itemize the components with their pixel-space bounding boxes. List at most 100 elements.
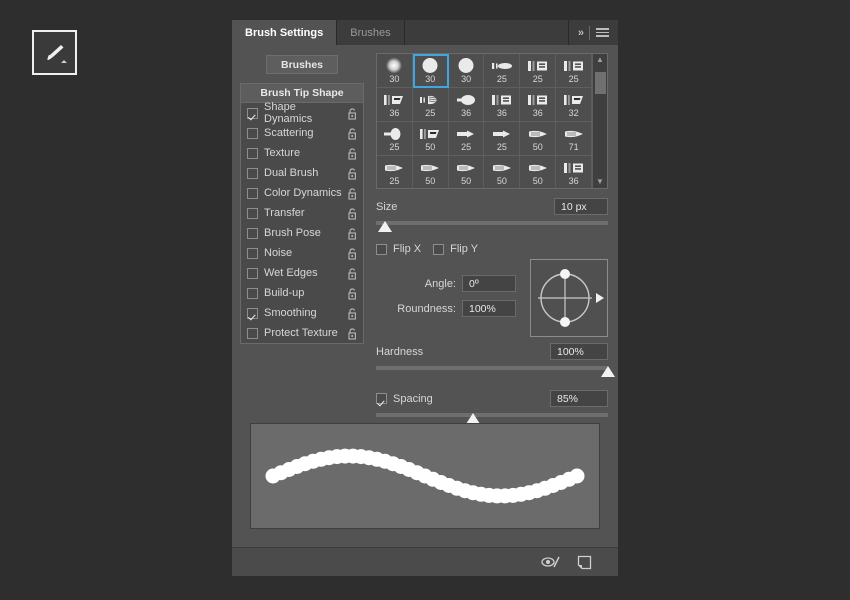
brush-thumb-angled-flat-icon: [562, 91, 586, 108]
brush-preset-cell[interactable]: 25: [448, 122, 485, 156]
brush-preset-cell[interactable]: 71: [556, 122, 592, 156]
collapse-panel-icon[interactable]: »: [578, 27, 584, 39]
option-checkbox[interactable]: [247, 147, 258, 159]
option-checkbox[interactable]: [247, 267, 258, 279]
lock-icon[interactable]: [347, 227, 358, 240]
option-checkbox[interactable]: [247, 227, 258, 239]
angle-row: Angle: 0º: [376, 275, 516, 292]
brush-preset-cell[interactable]: 25: [520, 54, 557, 88]
brush-thumb-flat-arrow-icon: [454, 125, 478, 142]
brush-preset-cell[interactable]: 50: [413, 156, 449, 188]
option-checkbox[interactable]: [247, 187, 258, 199]
tab-brushes[interactable]: Brushes: [337, 20, 405, 45]
option-row-transfer[interactable]: Transfer: [241, 203, 363, 223]
option-row-color-dynamics[interactable]: Color Dynamics: [241, 183, 363, 203]
angle-input[interactable]: 0º: [462, 275, 516, 292]
option-checkbox[interactable]: [247, 307, 258, 319]
lock-icon[interactable]: [347, 107, 358, 120]
brush-preset-grid[interactable]: 30 30 30 25 25 25 36 25 36 36 36 32 25 50 25 25 50 71 25 50…: [377, 54, 592, 188]
brush-preset-cell[interactable]: 36: [556, 156, 592, 188]
option-checkbox[interactable]: [247, 167, 258, 179]
brushes-button-label: Brushes: [280, 58, 323, 71]
brush-preview-toggle-icon[interactable]: [541, 555, 561, 569]
size-input[interactable]: 10 px: [554, 198, 608, 215]
brush-preset-cell[interactable]: 25: [412, 88, 449, 122]
option-row-protect-texture[interactable]: Protect Texture: [241, 323, 363, 343]
brush-tool-icon-frame: [38, 38, 71, 67]
brushes-button[interactable]: Brushes: [266, 55, 338, 74]
scroll-up-icon[interactable]: ▲: [596, 56, 604, 64]
option-row-brush-pose[interactable]: Brush Pose: [241, 223, 363, 243]
lock-icon[interactable]: [347, 207, 358, 220]
brush-size-label: 25: [496, 74, 507, 84]
spacing-checkbox[interactable]: [376, 393, 387, 404]
brush-preset-cell[interactable]: 50: [449, 156, 485, 188]
option-row-wet-edges[interactable]: Wet Edges: [241, 263, 363, 283]
tab-bar-filler: [404, 20, 569, 45]
option-checkbox[interactable]: [247, 107, 258, 119]
scrollbar-thumb[interactable]: [594, 72, 606, 94]
roundness-input[interactable]: 100%: [462, 300, 516, 317]
option-row-scattering[interactable]: Scattering: [241, 123, 363, 143]
hardness-input[interactable]: 100%: [550, 343, 608, 360]
flip-x-checkbox[interactable]: [376, 243, 387, 255]
option-row-texture[interactable]: Texture: [241, 143, 363, 163]
option-label: Smoothing: [264, 307, 317, 319]
brush-tool-button[interactable]: [32, 30, 77, 75]
brush-size-label: 36: [389, 108, 400, 118]
new-brush-icon[interactable]: [577, 555, 592, 570]
brush-preset-grid-wrapper: 30 30 30 25 25 25 36 25 36 36 36 32 25 50 25 25 50 71 25 50…: [376, 53, 608, 189]
option-row-build-up[interactable]: Build-up: [241, 283, 363, 303]
brush-preset-cell[interactable]: 32: [556, 88, 592, 122]
brush-preset-cell[interactable]: 36: [484, 88, 521, 122]
angle-roundness-dial[interactable]: [530, 259, 608, 337]
brush-preset-cell[interactable]: 30: [377, 54, 413, 88]
size-slider-handle[interactable]: [378, 221, 393, 232]
flip-y-checkbox[interactable]: [433, 243, 445, 255]
lock-icon[interactable]: [347, 287, 358, 300]
size-slider[interactable]: [376, 218, 608, 234]
brush-preset-cell[interactable]: 36: [448, 88, 485, 122]
brush-preset-cell[interactable]: 50: [520, 156, 557, 188]
lock-icon[interactable]: [347, 187, 358, 200]
hamburger-menu-icon[interactable]: [596, 28, 609, 37]
scroll-down-icon[interactable]: ▼: [596, 178, 604, 186]
spacing-input[interactable]: 85%: [550, 390, 608, 407]
brush-preset-cell[interactable]: 25: [556, 54, 592, 88]
lock-icon[interactable]: [347, 327, 358, 340]
brush-preset-cell[interactable]: 25: [377, 156, 413, 188]
lock-icon[interactable]: [347, 267, 358, 280]
option-checkbox[interactable]: [247, 207, 258, 219]
option-row-shape-dynamics[interactable]: Shape Dynamics: [241, 101, 363, 125]
option-row-dual-brush[interactable]: Dual Brush: [241, 163, 363, 183]
brush-grid-scrollbar[interactable]: ▲ ▼: [592, 54, 607, 188]
brush-preset-cell[interactable]: 30: [412, 54, 449, 88]
lock-icon[interactable]: [347, 247, 358, 260]
option-checkbox[interactable]: [247, 287, 258, 299]
scrollbar-track[interactable]: [594, 66, 606, 176]
lock-icon[interactable]: [347, 127, 358, 140]
brush-preset-cell[interactable]: 25: [377, 122, 413, 156]
hardness-slider-handle[interactable]: [601, 366, 615, 377]
panel-body: Brushes Brush Tip Shape Shape Dynamics Sc…: [232, 45, 618, 576]
brush-preset-cell[interactable]: 50: [484, 156, 521, 188]
hardness-slider[interactable]: [376, 363, 615, 379]
option-checkbox[interactable]: [247, 247, 258, 259]
lock-icon[interactable]: [347, 307, 358, 320]
brush-preset-cell[interactable]: 25: [484, 54, 521, 88]
brush-size-label: 50: [532, 142, 543, 152]
brush-preset-cell[interactable]: 36: [520, 88, 557, 122]
option-row-smoothing[interactable]: Smoothing: [241, 303, 363, 323]
brush-preset-cell[interactable]: 25: [484, 122, 521, 156]
lock-icon[interactable]: [347, 167, 358, 180]
option-checkbox[interactable]: [247, 327, 258, 339]
lock-icon[interactable]: [347, 147, 358, 160]
option-checkbox[interactable]: [247, 127, 258, 139]
tab-brush-settings[interactable]: Brush Settings: [232, 20, 338, 45]
brush-preset-cell[interactable]: 50: [520, 122, 557, 156]
brush-preset-cell[interactable]: 50: [412, 122, 449, 156]
option-row-noise[interactable]: Noise: [241, 243, 363, 263]
brush-preset-cell[interactable]: 30: [448, 54, 485, 88]
brush-size-label: 50: [425, 142, 436, 152]
brush-preset-cell[interactable]: 36: [377, 88, 413, 122]
